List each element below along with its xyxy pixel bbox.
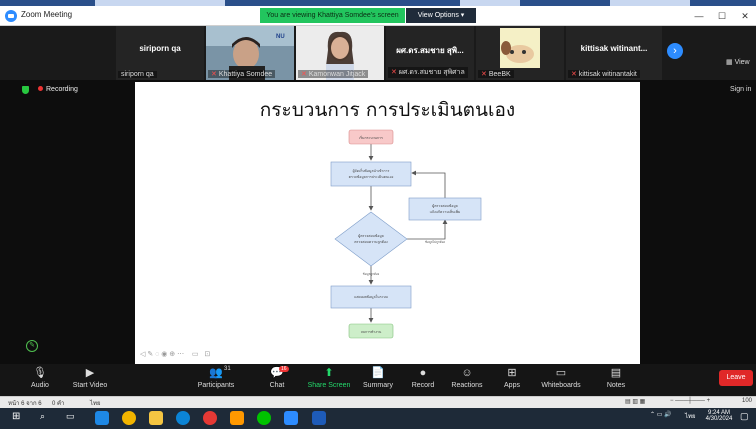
participant-label: ✕ BeeBK (478, 70, 514, 78)
next-page-icon[interactable]: › (667, 43, 683, 59)
document-status-bar: หน้า 6 จาก 6 0 คำ ไทย ▤ ▥ ▦ − ───┼─── + … (0, 396, 756, 408)
whiteboards-button[interactable]: ▭ Whiteboards (533, 366, 589, 389)
yes-label: ข้อมูลถูกต้อง (363, 272, 380, 276)
minimize-button[interactable]: — (692, 9, 706, 23)
participant-label: siriporn qa (118, 71, 157, 78)
annotate-pen-icon[interactable]: ✎ (26, 340, 38, 352)
participants-button[interactable]: 👥 Participants 31 (188, 366, 244, 389)
participant-tile[interactable]: NU ✕ Khattiya Somdee (206, 26, 294, 80)
apps-icon: ⊞ (507, 367, 517, 379)
recording-indicator[interactable]: Recording (38, 86, 78, 93)
language-indicator: ไทย (90, 401, 101, 407)
participant-tile[interactable]: ผศ.ดร.สมชาย สุพิ... ✕ ผศ.ดร.สมชาย สุพิศาล (386, 26, 474, 80)
input-node (330, 161, 412, 187)
no-label: ข้อมูลไม่ถูกต้อง (425, 240, 446, 244)
search-icon[interactable]: ⌕ (40, 411, 54, 425)
flowchart: เริ่มกระบวนการ ผู้จัดเก็บข้อมูลนำเข้าการ… (330, 129, 482, 339)
shared-slide: กระบวนการ การประเมินตนเอง เริ่มกระบวนการ… (135, 82, 640, 364)
input-text-2: ตรวจข้อมูลการประเมินตนเอง (349, 175, 394, 179)
shield-icon (22, 86, 29, 94)
participants-icon: 👥 (209, 367, 223, 379)
view-button[interactable]: ▦ View (726, 58, 750, 66)
edge-icon[interactable] (95, 411, 109, 425)
title-bar: Zoom Meeting You are viewing Khattiya So… (0, 6, 756, 26)
participant-gallery: siriporn qa siriporn qa NU ✕ Khattiya Som… (0, 26, 756, 80)
screen: Zoom Meeting You are viewing Khattiya So… (0, 0, 756, 429)
end-text: จบการทำงาน (361, 330, 382, 334)
participant-display-name: siriporn qa (139, 44, 181, 53)
share-screen-icon: ⬆ (324, 367, 334, 379)
slide-controls[interactable]: ◁ ✎ ◌ ◉ ⊕ ⋯ ▭ ⊡ (140, 350, 210, 358)
zoom-slider[interactable]: − ───┼─── + (670, 398, 710, 404)
vivaldi-icon[interactable] (203, 411, 217, 425)
view-mode-icons[interactable]: ▤ ▥ ▦ (625, 398, 645, 405)
sign-in-link[interactable]: Sign in (730, 86, 751, 93)
audio-button[interactable]: 🎙 Audio (12, 366, 68, 389)
leave-button[interactable]: Leave (719, 370, 753, 386)
tray-language[interactable]: ไทย (685, 411, 696, 421)
clock[interactable]: 9:24 AM 4/30/2024 (704, 410, 734, 422)
tray-icons[interactable]: ⌃ ▭ 🔊 (650, 411, 672, 418)
share-screen-button[interactable]: ⬆ Share Screen (301, 366, 357, 389)
maximize-button[interactable]: ☐ (715, 9, 729, 23)
svg-text:NU: NU (276, 34, 285, 40)
apps-button[interactable]: ⊞ Apps (484, 366, 540, 389)
zoom-logo-icon (5, 10, 17, 22)
participant-display-name: ผศ.ดร.สมชาย สุพิ... (396, 46, 464, 55)
app-icon[interactable] (230, 411, 244, 425)
revise-text: ผู้ตรวจสอบข้อมูล (432, 204, 458, 208)
decision-text: ผู้ตรวจสอบข้อมูล (358, 234, 384, 238)
chat-button[interactable]: 💬 Chat 16 (249, 366, 305, 389)
page-count: หน้า 6 จาก 6 (8, 401, 42, 407)
browser-icon[interactable] (176, 411, 190, 425)
participant-label: ✕ ผศ.ดร.สมชาย สุพิศาล (388, 67, 468, 78)
word-icon[interactable] (312, 411, 326, 425)
participant-tile[interactable]: siriporn qa siriporn qa (116, 26, 204, 80)
notes-button[interactable]: ▤ Notes (588, 366, 644, 389)
notification-icon[interactable]: ▢ (740, 411, 749, 422)
start-text: เริ่มกระบวนการ (359, 135, 383, 140)
participant-display-name: kittisak witinant... (580, 44, 648, 53)
summary-icon: 📄 (371, 367, 385, 379)
whiteboard-icon: ▭ (555, 367, 567, 379)
line-icon[interactable] (257, 411, 271, 425)
revise-node (408, 197, 482, 221)
task-view-icon[interactable]: ▭ (66, 411, 80, 425)
participant-label: ✕ Khattiya Somdee (208, 70, 276, 78)
participant-label: ✕ kittisak witinantakit (568, 70, 640, 78)
record-icon: ● (419, 367, 427, 379)
file-explorer-icon[interactable] (149, 411, 163, 425)
microphone-icon: 🎙 (33, 367, 47, 379)
decision-node (334, 211, 408, 267)
start-video-button[interactable]: ▶ Start Video (62, 366, 118, 389)
report-text: แสดงผลข้อมูลในระบบ (354, 294, 388, 299)
zoom-taskbar-icon[interactable] (284, 411, 298, 425)
windows-start-icon[interactable]: ⊞ (12, 411, 26, 425)
participant-label: ✕ Kamonwan Jitjack (298, 70, 369, 78)
view-options-button[interactable]: View Options ▾ (406, 8, 476, 23)
record-dot-icon (38, 86, 43, 91)
participant-tile[interactable]: kittisak witinant... ✕ kittisak witinanta… (566, 26, 662, 80)
zoom-level: 100 (742, 398, 753, 404)
chat-badge: 16 (279, 366, 289, 372)
notes-icon: ▤ (610, 367, 622, 379)
reactions-icon: ☺ (461, 367, 473, 379)
participant-tile[interactable]: ✕ BeeBK (476, 26, 564, 80)
chrome-icon[interactable] (122, 411, 136, 425)
windows-taskbar: ⊞ ⌕ ▭ ⌃ ▭ 🔊 ไทย 9:24 AM 4/30/2024 ▢ (0, 408, 756, 429)
meeting-toolbar: 🎙 Audio ▶ Start Video 👥 Participants 31 💬 Cha… (0, 364, 756, 396)
participant-tile[interactable]: ✕ Kamonwan Jitjack (296, 26, 384, 80)
window-title: Zoom Meeting (21, 10, 73, 19)
share-banner: You are viewing Khattiya Somdee's screen (260, 8, 405, 23)
word-count: 0 คำ (52, 401, 65, 407)
video-off-icon: ▶ (85, 367, 95, 379)
close-button[interactable]: ✕ (738, 9, 752, 23)
decision-text-2: ตรวจสอบความถูกต้อง (354, 240, 388, 244)
